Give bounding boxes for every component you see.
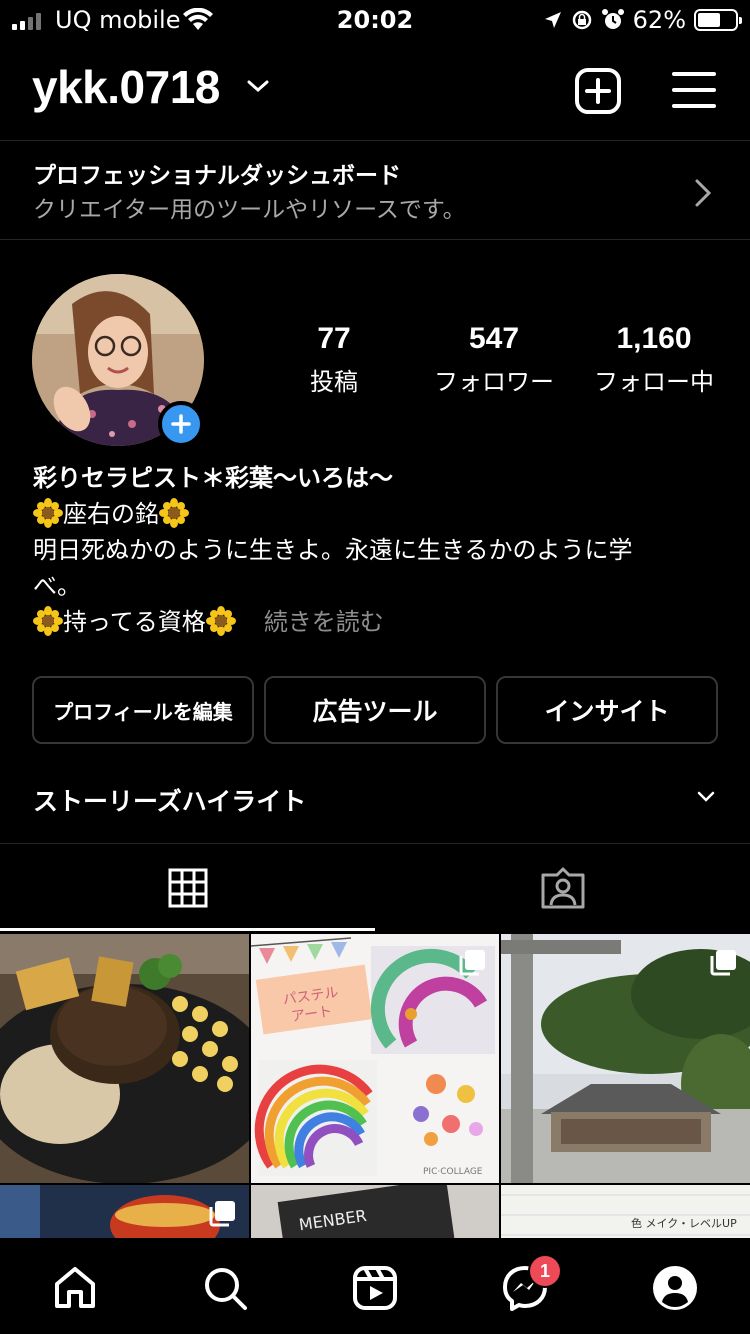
posts-label: 投稿 xyxy=(310,368,358,396)
bio-quote: 明日死ぬかのように生きよ。永遠に生きるかのように学 xyxy=(33,536,633,564)
chevron-right-icon xyxy=(695,179,712,207)
bio-line: 座右の銘 xyxy=(33,496,723,532)
posts-count[interactable]: 77 投稿 xyxy=(284,322,384,397)
ad-tools-button[interactable]: 広告ツール xyxy=(264,676,486,744)
following-label: フォロー中 xyxy=(594,368,714,396)
followers-label: フォロワー xyxy=(434,368,554,396)
post-thumbnail[interactable] xyxy=(0,934,249,1183)
messages-badge: 1 xyxy=(528,1254,562,1288)
grid-icon xyxy=(168,868,207,908)
profile-bio: 彩りセラピスト＊彩葉〜いろは〜 座右の銘 明日死ぬかのように生きよ。永遠に生きる… xyxy=(33,460,723,640)
divider xyxy=(0,239,750,240)
sunflower-icon xyxy=(33,498,63,528)
posts-value: 77 xyxy=(317,322,351,355)
following-count[interactable]: 1,160 フォロー中 xyxy=(584,322,724,397)
dashboard-title: プロフェッショナルダッシュボード xyxy=(33,163,401,189)
tagged-person-icon xyxy=(541,867,584,909)
menu-icon[interactable] xyxy=(672,70,716,110)
following-value: 1,160 xyxy=(616,322,692,355)
post-thumbnail[interactable]: パステル アート PIC·COLLAGE xyxy=(251,934,499,1183)
search-icon xyxy=(205,1268,247,1310)
tab-posts-grid[interactable] xyxy=(0,845,375,931)
bio-line: 持ってる資格 続きを読む xyxy=(33,604,723,640)
collage-watermark: PIC·COLLAGE xyxy=(423,1167,483,1177)
post-thumbnail[interactable] xyxy=(501,934,750,1183)
profile-icon xyxy=(653,1266,697,1310)
new-post-icon[interactable] xyxy=(575,68,621,114)
multiple-posts-icon xyxy=(209,1201,235,1227)
home-icon xyxy=(55,1267,95,1308)
location-icon xyxy=(544,12,561,28)
status-bar: UQ mobile 20:02 62% xyxy=(0,0,750,40)
bio-quote-end: べ。 xyxy=(33,572,81,600)
sunflower-icon xyxy=(205,606,236,636)
reels-icon xyxy=(353,1266,397,1310)
battery-percent: 62% xyxy=(632,6,686,34)
followers-count[interactable]: 547 フォロワー xyxy=(424,322,564,397)
active-tab-indicator xyxy=(0,928,375,931)
chevron-down-icon[interactable] xyxy=(696,790,716,804)
bio-motto-label: 座右の銘 xyxy=(63,500,159,528)
nav-profile[interactable] xyxy=(647,1260,703,1316)
nav-reels[interactable] xyxy=(347,1260,403,1316)
display-name: 彩りセラピスト＊彩葉〜いろは〜 xyxy=(33,464,393,492)
grid-label-note: 色 メイク・レベルUP xyxy=(631,1216,737,1230)
multiple-posts-icon xyxy=(710,950,736,976)
bottom-navigation: 1 xyxy=(0,1238,750,1334)
add-story-button[interactable] xyxy=(158,401,204,447)
bio-qualifications-label: 持ってる資格 xyxy=(63,608,206,636)
rotation-lock-icon xyxy=(572,10,591,30)
nav-search[interactable] xyxy=(197,1260,253,1316)
sunflower-icon xyxy=(159,498,189,528)
followers-value: 547 xyxy=(468,322,520,355)
divider xyxy=(0,843,750,844)
post-thumbnail[interactable]: 色 メイク・レベルUP xyxy=(501,1185,750,1238)
story-highlights-header[interactable]: ストーリーズハイライト xyxy=(33,782,306,818)
plus-icon xyxy=(171,414,191,434)
alarm-icon xyxy=(601,9,624,29)
sunflower-icon xyxy=(33,606,63,636)
username-title[interactable]: ykk.0718 xyxy=(32,60,220,114)
post-thumbnail[interactable] xyxy=(0,1185,249,1238)
profile-header: ykk.0718 xyxy=(0,60,750,124)
professional-dashboard-link[interactable]: プロフェッショナルダッシュボード クリエイター用のツールやリソースです。 xyxy=(0,142,750,240)
dashboard-subtitle: クリエイター用のツールやリソースです。 xyxy=(33,197,466,223)
multiple-posts-icon xyxy=(459,950,485,976)
tab-tagged[interactable] xyxy=(375,845,750,931)
edit-profile-button[interactable]: プロフィールを編集 xyxy=(32,676,254,744)
nav-home[interactable] xyxy=(47,1260,103,1316)
battery-icon xyxy=(694,9,742,31)
chevron-down-icon[interactable] xyxy=(246,78,270,94)
divider xyxy=(0,140,750,141)
read-more-link[interactable]: 続きを読む xyxy=(264,608,384,636)
insights-button[interactable]: インサイト xyxy=(496,676,718,744)
post-thumbnail[interactable]: MENBER xyxy=(251,1185,499,1238)
